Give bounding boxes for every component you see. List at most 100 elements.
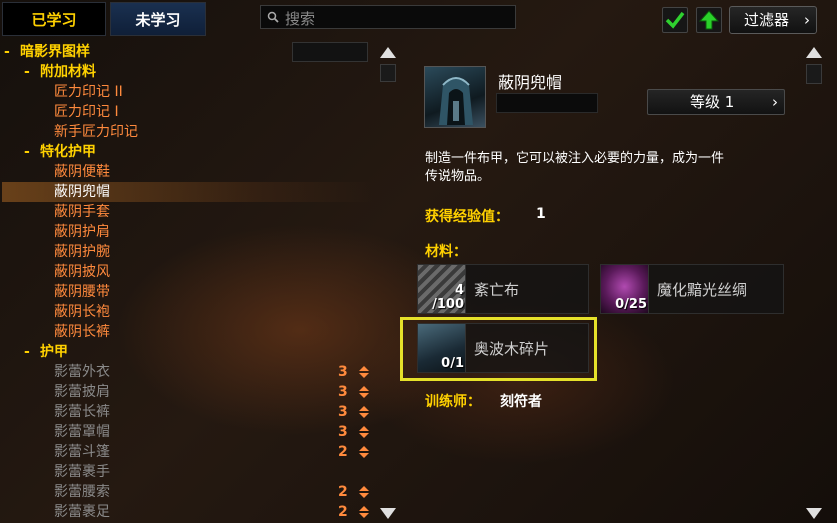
subcategory-label: 特化护甲 xyxy=(40,144,96,160)
tree-row[interactable]: - 特化护甲 xyxy=(24,142,394,162)
search-input[interactable]: 搜索 xyxy=(260,5,516,29)
reagent-count: 4 /100 xyxy=(420,284,464,312)
skill-up-icon xyxy=(359,486,369,498)
up-arrow-icon xyxy=(698,10,720,30)
tree-scroll-down-icon[interactable] xyxy=(378,504,398,522)
recipe-label: 蔽阴护肩 xyxy=(54,224,110,240)
craftable-count: 2 xyxy=(338,484,348,500)
reagent-count: 0/25 xyxy=(603,298,647,312)
craftable-count: 3 xyxy=(338,424,348,440)
tree-scroll-up-icon[interactable] xyxy=(378,44,398,62)
craftable-count: 3 xyxy=(338,384,348,400)
recipe-label: 影蕾长裤 xyxy=(54,404,110,420)
chevron-right-icon: › xyxy=(804,11,810,29)
item-subtext-box xyxy=(496,93,598,113)
tree-row[interactable]: 蔽阴披风 xyxy=(54,262,424,282)
tree-row[interactable]: 蔽阴便鞋 xyxy=(54,162,424,182)
item-name: 蔽阴兜帽 xyxy=(498,73,563,92)
tree-row[interactable]: 影蕾裹足 2 xyxy=(54,502,424,522)
reagent-slot[interactable]: 0/25 魔化黯光丝绸 xyxy=(600,264,784,314)
tree-row[interactable]: 影蕾外衣 3 xyxy=(54,362,424,382)
tree-scroll-search-box xyxy=(292,42,368,62)
rank-select-button[interactable]: 等级 1 › xyxy=(647,89,785,115)
recipe-label: 影蕾裹手 xyxy=(54,464,110,480)
tab-unlearned[interactable]: 未学习 xyxy=(110,2,206,36)
recipe-label: 匠力印记 I xyxy=(54,104,119,120)
detail-scroll-down-icon[interactable] xyxy=(804,504,824,522)
tree-row[interactable]: 蔽阴护腕 xyxy=(54,242,424,262)
tree-row[interactable]: - 附加材料 xyxy=(24,62,394,82)
subcategory-label: 护甲 xyxy=(40,344,68,360)
tree-row[interactable]: 影蕾腰索 2 xyxy=(54,482,424,502)
item-icon-shadowlace-cowl[interactable] xyxy=(424,66,486,128)
tree-row[interactable]: 影蕾裹手 xyxy=(54,462,424,482)
hood-icon xyxy=(439,77,473,125)
skill-up-icon xyxy=(359,386,369,398)
category-label: 暗影界图样 xyxy=(20,44,90,60)
item-description: 制造一件布甲，它可以被注入必要的力量，成为一件 传说物品。 xyxy=(425,150,795,186)
recipe-label: 影蕾罩帽 xyxy=(54,424,110,440)
skill-up-icon xyxy=(359,426,369,438)
recipe-label: 影蕾斗篷 xyxy=(54,444,110,460)
chevron-right-icon: › xyxy=(772,93,778,111)
skill-up-icon xyxy=(359,446,369,458)
tree-row[interactable]: 影蕾罩帽 3 xyxy=(54,422,424,442)
search-placeholder: 搜索 xyxy=(285,10,316,28)
tree-row[interactable]: 匠力印记 II xyxy=(54,82,424,102)
tree-row[interactable]: 影蕾长裤 3 xyxy=(54,402,424,422)
trainer-label: 训练师： xyxy=(425,394,481,410)
rank-label: 等级 1 xyxy=(690,93,735,111)
xp-value: 1 xyxy=(536,206,546,222)
skill-up-icon xyxy=(359,366,369,378)
tree-row[interactable]: 蔽阴长袍 xyxy=(54,302,424,322)
recipe-label: 蔽阴便鞋 xyxy=(54,164,110,180)
detail-scroll-thumb[interactable] xyxy=(806,64,822,84)
recipe-label: 匠力印记 II xyxy=(54,84,123,100)
tree-row[interactable]: 蔽阴腰带 xyxy=(54,282,424,302)
craftable-count: 2 xyxy=(338,504,348,520)
tree-scroll-thumb[interactable] xyxy=(380,64,396,82)
recipe-label: 影蕾外衣 xyxy=(54,364,110,380)
tree-row[interactable]: 影蕾斗篷 2 xyxy=(54,442,424,462)
tree-row[interactable]: 新手匠力印记 xyxy=(54,122,424,142)
recipe-label: 蔽阴长裤 xyxy=(54,324,110,340)
filter-label: 过滤器 xyxy=(744,11,790,29)
recipe-label: 影蕾披肩 xyxy=(54,384,110,400)
reagent-name: 魔化黯光丝绸 xyxy=(657,281,748,299)
tree-row[interactable]: 影蕾披肩 3 xyxy=(54,382,424,402)
collapse-minus-icon[interactable]: - xyxy=(24,142,40,162)
reagent-count-have: 4 xyxy=(454,283,464,298)
tree-row[interactable]: 蔽阴兜帽 xyxy=(2,182,374,202)
reagent-slot[interactable]: 4 /100 紊亡布 xyxy=(417,264,589,314)
description-line: 制造一件布甲，它可以被注入必要的力量，成为一件 xyxy=(425,151,725,166)
tree-row[interactable]: 匠力印记 I xyxy=(54,102,424,122)
recipe-label: 新手匠力印记 xyxy=(54,124,138,140)
highlight-box xyxy=(400,317,597,381)
recipe-label: 蔽阴腰带 xyxy=(54,284,110,300)
craftable-count: 2 xyxy=(338,444,348,460)
recipe-label: 蔽阴兜帽 xyxy=(54,184,110,200)
tree-row[interactable]: 蔽阴手套 xyxy=(54,202,424,222)
reagent-name: 紊亡布 xyxy=(474,281,520,299)
xp-label: 获得经验值： xyxy=(425,209,509,225)
collapse-up-button[interactable] xyxy=(696,7,722,33)
track-recipe-button[interactable] xyxy=(662,7,688,33)
subcategory-label: 附加材料 xyxy=(40,64,96,80)
tree-row[interactable]: 蔽阴护肩 xyxy=(54,222,424,242)
collapse-minus-icon[interactable]: - xyxy=(4,42,20,62)
recipe-label: 蔽阴护腕 xyxy=(54,244,110,260)
detail-scroll-up-icon[interactable] xyxy=(804,44,824,62)
tree-row[interactable]: 蔽阴长裤 xyxy=(54,322,424,342)
skill-up-icon xyxy=(359,506,369,518)
materials-label: 材料： xyxy=(425,244,467,260)
skill-up-icon xyxy=(359,406,369,418)
recipe-label: 蔽阴手套 xyxy=(54,204,110,220)
tab-learned[interactable]: 已学习 xyxy=(2,2,106,36)
collapse-minus-icon[interactable]: - xyxy=(24,62,40,82)
recipe-label: 影蕾腰索 xyxy=(54,484,110,500)
tree-row[interactable]: - 护甲 xyxy=(24,342,394,362)
reagent-count-need: 0/25 xyxy=(615,297,647,312)
collapse-minus-icon[interactable]: - xyxy=(24,342,40,362)
filter-button[interactable]: 过滤器 › xyxy=(729,6,817,34)
description-line: 传说物品。 xyxy=(425,169,491,184)
